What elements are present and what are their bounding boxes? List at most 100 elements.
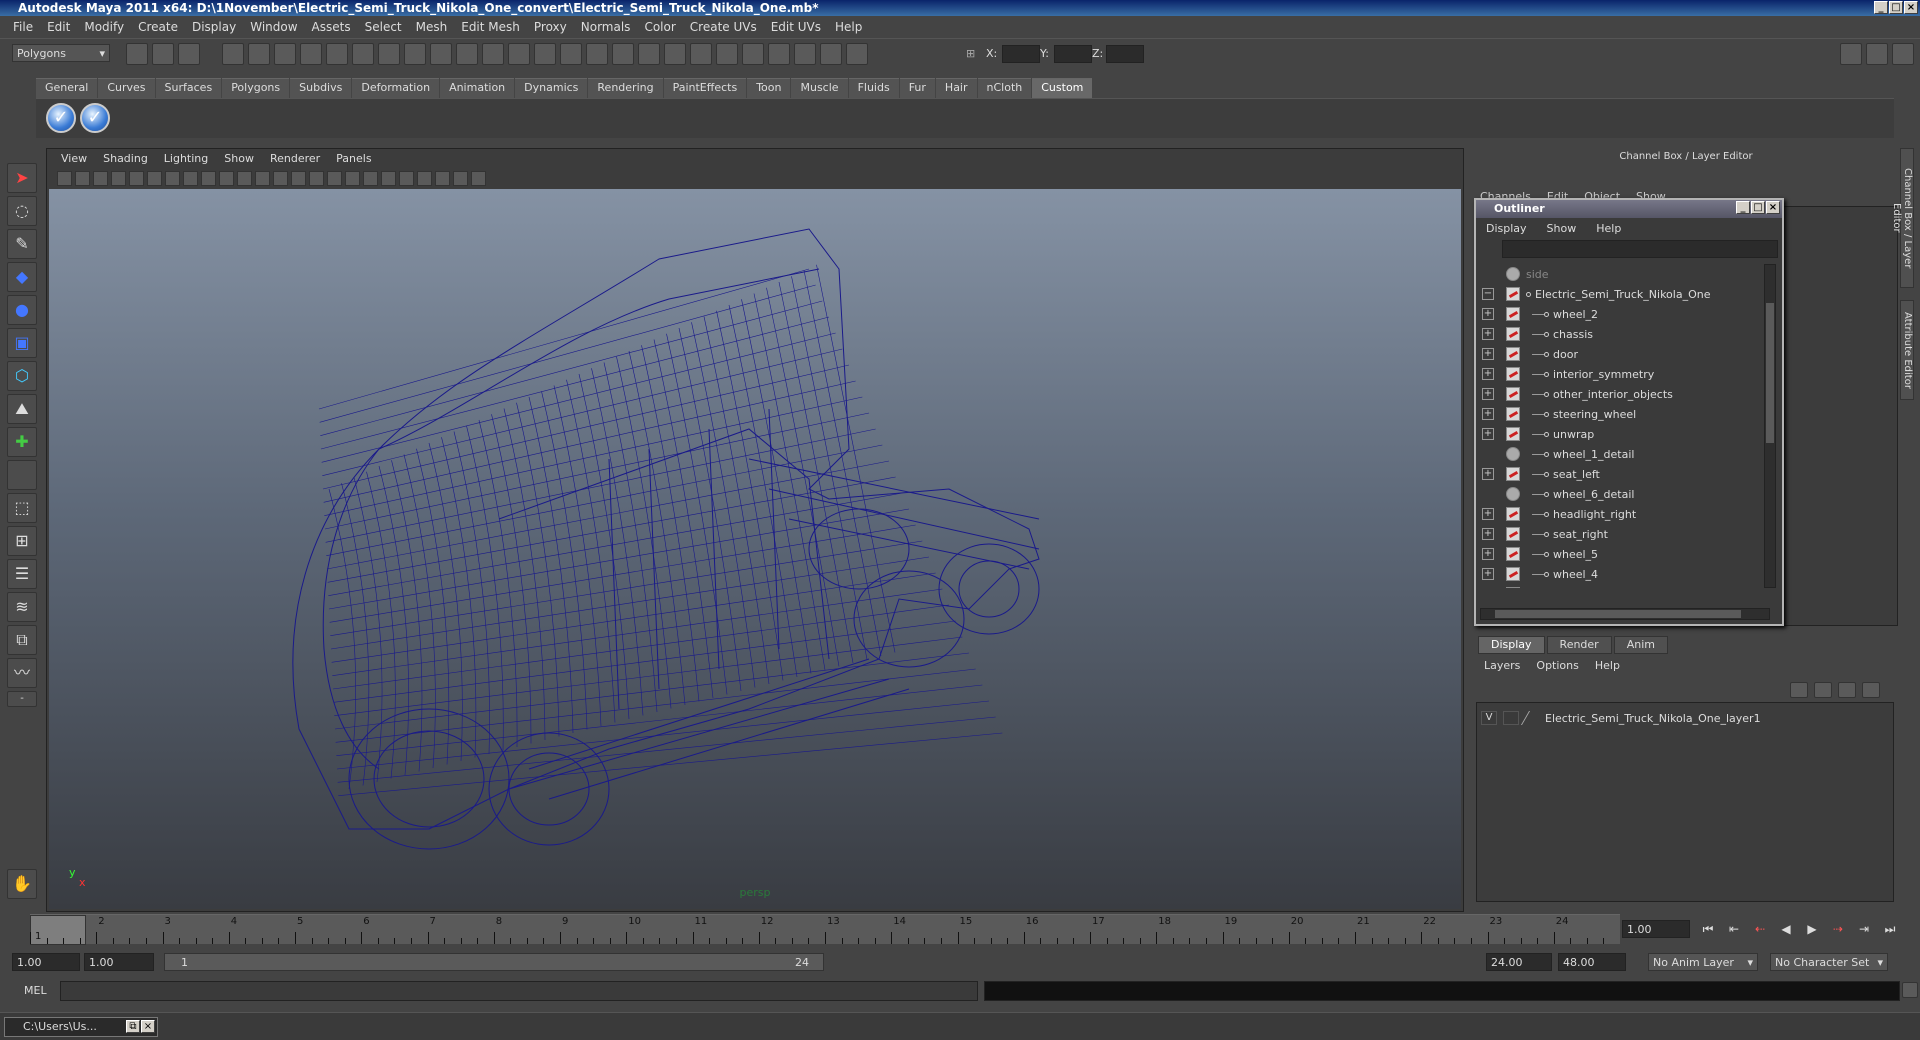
- select-hierarchy-icon[interactable]: [222, 43, 244, 65]
- viewport-menu-renderer[interactable]: Renderer: [262, 152, 328, 165]
- time-slider-track[interactable]: 1 2 3 4 5 6 7 8 9 10 11 12 13 14 15 16 17 18 19 20 21 22 23 24: [30, 914, 1620, 945]
- lock-icon[interactable]: [508, 43, 530, 65]
- outliner-item-interior_symmetry[interactable]: + interior_symmetry: [1480, 364, 1772, 384]
- resolution-gate-icon[interactable]: [201, 170, 216, 186]
- toggle-channel-box-icon[interactable]: [1892, 43, 1914, 65]
- layer-tab-render[interactable]: Render: [1546, 636, 1612, 654]
- image-plane-icon[interactable]: [111, 170, 126, 186]
- expand-toggle-icon[interactable]: +: [1482, 328, 1494, 340]
- graph-editor-layout-icon[interactable]: 〰: [7, 658, 37, 688]
- perspective-viewport[interactable]: y x persp: [49, 189, 1461, 909]
- render-frame-icon[interactable]: [560, 43, 582, 65]
- select-object-icon[interactable]: [248, 43, 270, 65]
- expand-toggle-icon[interactable]: +: [1482, 468, 1494, 480]
- attribute-editor-side-tab[interactable]: Attribute Editor: [1900, 300, 1914, 400]
- menu-proxy[interactable]: Proxy: [527, 20, 574, 34]
- single-pane-layout-icon[interactable]: ⬚: [7, 493, 37, 523]
- outliner-vertical-scrollbar[interactable]: [1764, 264, 1776, 588]
- end-time-field[interactable]: 48.00: [1558, 953, 1626, 971]
- play-backward-icon[interactable]: ◀: [1778, 922, 1794, 936]
- expand-toggle-icon[interactable]: +: [1482, 508, 1494, 520]
- new-scene-icon[interactable]: [126, 43, 148, 65]
- outliner-item-chassis[interactable]: + chassis: [1480, 324, 1772, 344]
- outliner-item-unwrap[interactable]: + unwrap: [1480, 424, 1772, 444]
- expand-toggle-icon[interactable]: −: [1482, 288, 1494, 300]
- start-time-field[interactable]: 1.00: [12, 953, 80, 971]
- outliner-item-seat_left[interactable]: + seat_left: [1480, 464, 1772, 484]
- y-field[interactable]: [1054, 45, 1092, 63]
- channel-toggle-icon[interactable]: [716, 43, 738, 65]
- layer-menu-options[interactable]: Options: [1536, 659, 1578, 672]
- close-button[interactable]: ×: [141, 1020, 155, 1033]
- menu-create-uvs[interactable]: Create UVs: [683, 20, 764, 34]
- character-set-select[interactable]: No Character Set ▾: [1770, 953, 1888, 971]
- render-settings-icon[interactable]: [612, 43, 634, 65]
- all-lights-icon[interactable]: [381, 170, 396, 186]
- layer-color-swatch[interactable]: [1520, 711, 1544, 725]
- viewport-menu-shading[interactable]: Shading: [95, 152, 156, 165]
- step-forward-frame-icon[interactable]: ⇢: [1830, 922, 1846, 936]
- close-button[interactable]: ×: [1904, 1, 1918, 14]
- outliner-search-field[interactable]: [1502, 240, 1778, 258]
- toggle-attribute-editor-icon[interactable]: [1840, 43, 1862, 65]
- layer-name[interactable]: Electric_Semi_Truck_Nikola_One_layer1: [1545, 712, 1761, 725]
- step-forward-key-icon[interactable]: ⇥: [1856, 922, 1872, 936]
- last-tool-icon[interactable]: ✚: [7, 427, 37, 457]
- viewport-renderer-icon[interactable]: [471, 170, 486, 186]
- outliner-item-wheel_1_detail[interactable]: wheel_1_detail: [1480, 444, 1772, 464]
- expand-toggle-icon[interactable]: +: [1482, 428, 1494, 440]
- minimized-window[interactable]: C:\Users\Us... ⧉ ×: [4, 1017, 158, 1037]
- default-material-icon[interactable]: [327, 170, 342, 186]
- hypergraph-layout-icon[interactable]: ⧉: [7, 625, 37, 655]
- viewport-menu-show[interactable]: Show: [216, 152, 262, 165]
- shelf-tab-polygons[interactable]: Polygons: [222, 78, 290, 98]
- manipulator-tool-icon[interactable]: ⬡: [7, 361, 37, 391]
- camera-select-icon[interactable]: [75, 170, 90, 186]
- default-light-icon[interactable]: [363, 170, 378, 186]
- soft-mod-tool-icon[interactable]: ⛰: [7, 394, 37, 424]
- minimize-button[interactable]: _: [1874, 1, 1888, 14]
- outliner-item-wheel_5[interactable]: + wheel_5: [1480, 544, 1772, 564]
- scrollbar-thumb[interactable]: [1766, 303, 1774, 443]
- outliner-item-wheel_2[interactable]: + wheel_2: [1480, 304, 1772, 324]
- toggle-tool-settings-icon[interactable]: [1866, 43, 1888, 65]
- layer-row[interactable]: V Electric_Semi_Truck_Nikola_One_layer1: [1481, 709, 1889, 727]
- menu-normals[interactable]: Normals: [574, 20, 638, 34]
- expand-toggle-icon[interactable]: +: [1482, 348, 1494, 360]
- menu-assets[interactable]: Assets: [305, 20, 358, 34]
- scrollbar-thumb[interactable]: [1495, 610, 1741, 618]
- menu-edit-uvs[interactable]: Edit UVs: [764, 20, 828, 34]
- paint-select-tool-icon[interactable]: ✎: [7, 229, 37, 259]
- graph-layout-icon[interactable]: ≋: [7, 592, 37, 622]
- snap-grid-icon[interactable]: [326, 43, 348, 65]
- layer-menu-layers[interactable]: Layers: [1484, 659, 1520, 672]
- anim-end-field[interactable]: 24.00: [1486, 953, 1552, 971]
- layer-tab-display[interactable]: Display: [1478, 636, 1545, 654]
- film-gate-icon[interactable]: [183, 170, 198, 186]
- menu-color[interactable]: Color: [637, 20, 682, 34]
- play-forward-icon[interactable]: ▶: [1804, 922, 1820, 936]
- select-component-icon[interactable]: [274, 43, 296, 65]
- 2d-pan-zoom-icon[interactable]: [129, 170, 144, 186]
- restore-button[interactable]: ⧉: [126, 1020, 140, 1033]
- wireframe-icon[interactable]: [291, 170, 306, 186]
- select-tool-icon[interactable]: ➤: [7, 163, 37, 193]
- field-chart-icon[interactable]: [237, 170, 252, 186]
- shelf-tab-custom[interactable]: Custom: [1032, 78, 1093, 98]
- shelf-tab-ncloth[interactable]: nCloth: [977, 78, 1032, 98]
- menu-create[interactable]: Create: [131, 20, 185, 34]
- menu-window[interactable]: Window: [243, 20, 304, 34]
- snap-point-icon[interactable]: [378, 43, 400, 65]
- soft-select-icon[interactable]: ✋: [7, 869, 37, 899]
- outliner-menu-display[interactable]: Display: [1486, 222, 1527, 235]
- menu-file[interactable]: File: [6, 20, 40, 34]
- more-layouts-icon[interactable]: -: [7, 691, 37, 707]
- outliner-maximize-button[interactable]: □: [1751, 201, 1765, 214]
- expand-toggle-icon[interactable]: +: [1482, 388, 1494, 400]
- shelf-tab-fluids[interactable]: Fluids: [848, 78, 899, 98]
- outliner-item-wheel_3[interactable]: +wheel_3: [1480, 584, 1772, 588]
- outliner-menu-help[interactable]: Help: [1596, 222, 1621, 235]
- snapshot-icon[interactable]: [820, 43, 842, 65]
- move-layer-down-icon[interactable]: [1814, 682, 1832, 698]
- menu-help[interactable]: Help: [828, 20, 869, 34]
